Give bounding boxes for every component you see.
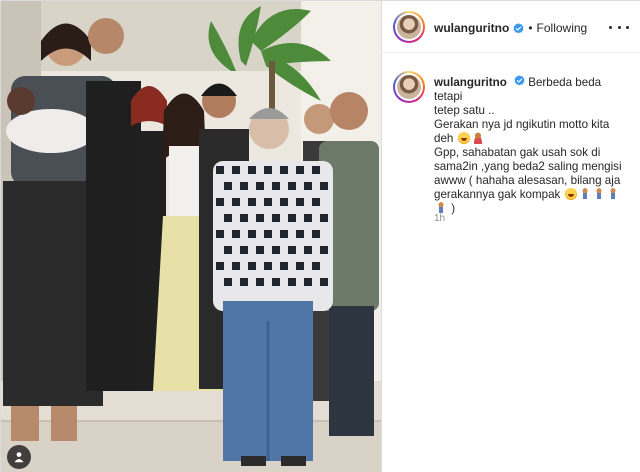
caption-line-5: Gpp, sahabatan gak usah sok di xyxy=(434,146,601,159)
post-modal: wulanguritno • Following wulanguritno Be… xyxy=(0,0,640,472)
caption-line-6: sama2in ,yang beda2 saling mengisi xyxy=(434,160,622,173)
caption-line-8: gerakannya gak kompak xyxy=(434,188,561,201)
dancer-emoji-icon xyxy=(578,188,591,200)
dancer-emoji-icon xyxy=(592,188,605,200)
more-options-icon[interactable] xyxy=(609,19,629,35)
caption-line-2: tetep satu .. xyxy=(434,104,495,117)
caption-author-avatar[interactable] xyxy=(393,71,425,103)
caption-line-7: awww ( hahaha alesasan, bilang aja xyxy=(434,174,621,187)
avatar-image xyxy=(397,15,421,39)
post-timestamp[interactable]: 1h xyxy=(434,213,445,224)
following-button[interactable]: Following xyxy=(537,21,588,35)
post-details-panel: wulanguritno • Following wulanguritno Be… xyxy=(382,1,640,472)
woman-emoji-icon xyxy=(471,132,484,144)
verified-badge-icon xyxy=(513,22,524,33)
laugh-emoji-icon xyxy=(564,188,577,200)
user-tag-icon xyxy=(14,452,24,463)
separator-dot: • xyxy=(528,21,533,35)
caption-line-3: Gerakan nya jd ngikutin motto kita xyxy=(434,118,610,131)
group-photo xyxy=(1,1,381,472)
verified-badge-icon xyxy=(514,75,525,86)
author-row: wulanguritno • Following xyxy=(434,20,587,36)
post-video[interactable] xyxy=(1,1,381,472)
post-header: wulanguritno • Following xyxy=(382,1,640,53)
caption-line-4: deh xyxy=(434,132,454,145)
author-username-link[interactable]: wulanguritno xyxy=(434,21,509,35)
caption-username-link[interactable]: wulanguritno xyxy=(434,76,507,89)
author-avatar[interactable] xyxy=(393,11,425,43)
user-tag-button[interactable] xyxy=(7,445,31,469)
avatar-image xyxy=(397,75,421,99)
caption-text: wulanguritno Berbeda beda tetapi tetep s… xyxy=(434,75,630,216)
laugh-emoji-icon xyxy=(457,132,470,144)
caption-line-9: ) xyxy=(451,202,456,215)
dancer-emoji-icon xyxy=(606,188,619,200)
